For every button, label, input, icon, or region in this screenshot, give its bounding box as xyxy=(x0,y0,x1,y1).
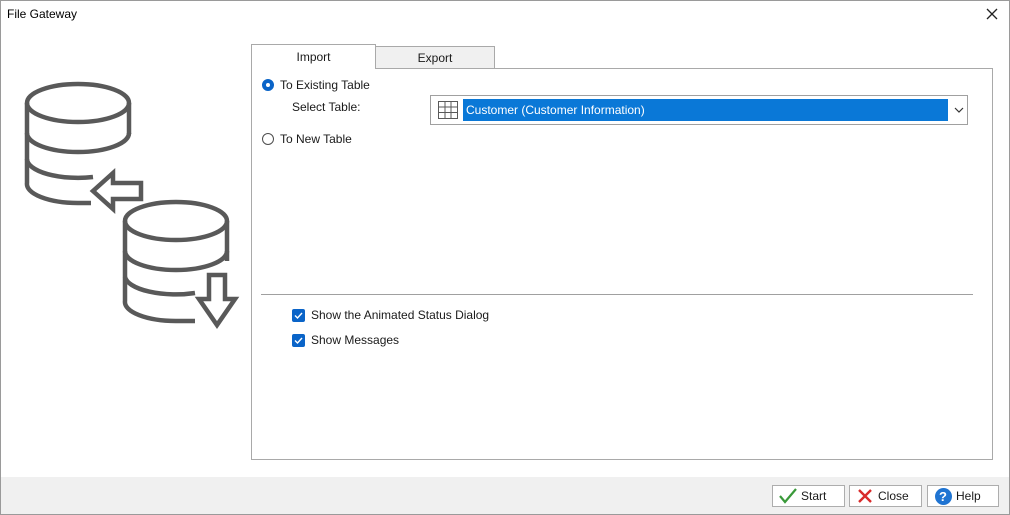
table-grid-icon xyxy=(438,101,458,119)
select-table-label: Select Table: xyxy=(292,100,361,114)
show-messages-option[interactable]: Show Messages xyxy=(292,332,399,348)
show-messages-checkbox[interactable] xyxy=(292,333,305,347)
to-existing-table-option[interactable]: To Existing Table xyxy=(262,77,370,93)
start-button-label: Start xyxy=(801,489,827,503)
to-existing-table-radio[interactable] xyxy=(262,79,274,91)
tab-import[interactable]: Import xyxy=(251,44,376,69)
close-icon xyxy=(986,8,998,20)
tab-export[interactable]: Export xyxy=(375,46,495,68)
help-button-label: Help xyxy=(956,489,981,503)
database-import-export-icon xyxy=(24,81,240,329)
animated-status-checkbox[interactable] xyxy=(292,308,305,322)
close-button[interactable]: Close xyxy=(849,485,922,507)
to-new-table-option[interactable]: To New Table xyxy=(262,131,352,147)
start-button[interactable]: Start xyxy=(772,485,845,507)
check-icon xyxy=(294,312,303,319)
to-new-table-label: To New Table xyxy=(280,132,352,146)
to-new-table-radio[interactable] xyxy=(262,133,274,145)
chevron-down-icon[interactable] xyxy=(954,106,964,114)
title-bar: File Gateway xyxy=(1,1,1009,29)
checkmark-icon xyxy=(779,488,797,504)
animated-status-option[interactable]: Show the Animated Status Dialog xyxy=(292,307,489,323)
check-icon xyxy=(294,337,303,344)
to-existing-table-label: To Existing Table xyxy=(280,78,370,92)
select-table-dropdown[interactable]: Customer (Customer Information) xyxy=(430,95,968,125)
red-x-icon xyxy=(858,489,872,503)
options-divider xyxy=(261,294,973,295)
show-messages-label: Show Messages xyxy=(311,333,400,347)
animated-status-label: Show the Animated Status Dialog xyxy=(311,308,490,322)
import-tab-panel xyxy=(251,68,993,460)
question-mark-icon: ? xyxy=(934,487,952,505)
selected-table-value: Customer (Customer Information) xyxy=(463,99,948,121)
window-title: File Gateway xyxy=(7,7,78,21)
window-close-button[interactable] xyxy=(979,3,1005,25)
close-button-label: Close xyxy=(878,489,909,503)
file-gateway-window: File Gateway Import Export To Existing T… xyxy=(0,0,1010,515)
help-button[interactable]: ? Help xyxy=(927,485,999,507)
